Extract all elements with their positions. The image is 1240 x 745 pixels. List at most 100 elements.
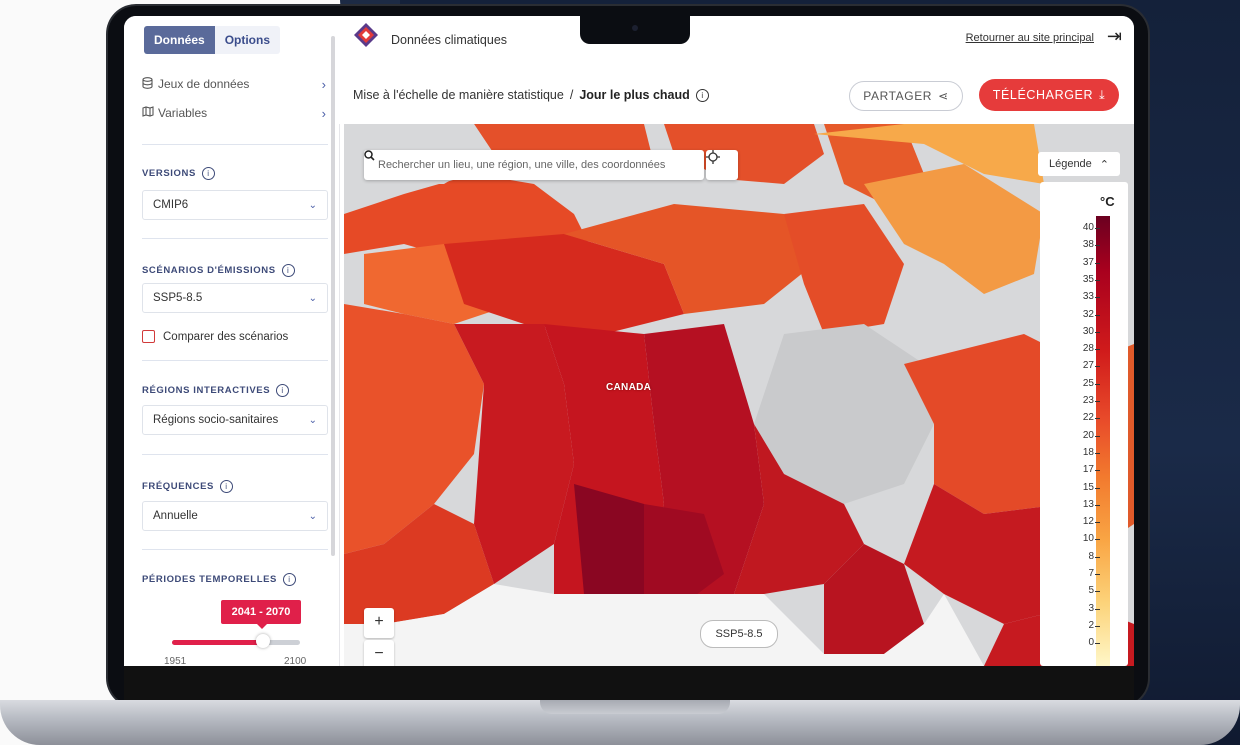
legend-tick: 37 xyxy=(1064,257,1100,268)
info-icon[interactable]: i xyxy=(283,573,296,586)
info-icon[interactable]: i xyxy=(201,167,215,180)
period-slider-thumb[interactable] xyxy=(256,634,270,648)
screen: Données Options Jeux de données › Variab… xyxy=(124,16,1134,666)
legend-tick: 20 xyxy=(1064,430,1100,441)
info-icon[interactable]: i xyxy=(695,88,709,102)
sidebar-item-variables[interactable]: Variables › xyxy=(142,102,326,124)
versions-title: VERSIONS i xyxy=(142,167,215,180)
compare-label: Comparer des scénarios xyxy=(163,330,289,343)
frequencies-select[interactable]: Annuelle ⌄ xyxy=(142,501,328,531)
chevron-down-icon: ⌄ xyxy=(308,414,317,426)
breadcrumb-separator: / xyxy=(569,88,574,102)
map-canvas[interactable]: CANADA Rechercher un lieu, une région, u… xyxy=(344,124,1134,666)
country-label: CANADA xyxy=(606,382,652,393)
info-icon[interactable]: i xyxy=(281,264,295,277)
breadcrumb-parent[interactable]: Mise à l'échelle de manière statistique xyxy=(353,88,564,102)
laptop-notch xyxy=(580,14,690,44)
period-slider-fill xyxy=(172,640,266,645)
legend-tick: 12 xyxy=(1064,516,1100,527)
laptop-base-lip xyxy=(540,700,730,714)
legend-tick: 40 xyxy=(1064,222,1100,233)
download-button[interactable]: TÉLÉCHARGER ⤓ xyxy=(979,79,1119,111)
legend-tick: 2 xyxy=(1064,620,1100,631)
zoom-in-button[interactable]: + xyxy=(364,608,394,638)
locate-button[interactable] xyxy=(706,150,738,180)
database-icon xyxy=(142,76,158,92)
breadcrumb-current: Jour le plus chaud xyxy=(579,88,690,102)
scenarios-title: SCÉNARIOS D'ÉMISSIONS i xyxy=(142,264,295,277)
tab-options[interactable]: Options xyxy=(214,26,281,54)
return-link[interactable]: Retourner au site principal xyxy=(966,32,1094,44)
zoom-out-button[interactable]: − xyxy=(364,640,394,666)
regions-select[interactable]: Régions socio-sanitaires ⌄ xyxy=(142,405,328,435)
location-search[interactable]: Rechercher un lieu, une région, une vill… xyxy=(364,150,704,180)
legend-tick: 23 xyxy=(1064,395,1100,406)
choropleth-map xyxy=(344,124,1134,666)
legend-tick: 0 xyxy=(1064,637,1100,648)
download-label: TÉLÉCHARGER xyxy=(992,88,1094,102)
period-max-label: 2100 xyxy=(284,656,307,666)
chevron-down-icon: ⌄ xyxy=(308,199,317,211)
chevron-right-icon: › xyxy=(321,105,326,121)
chevron-down-icon: ⌄ xyxy=(308,510,317,522)
app-title: Données climatiques xyxy=(391,33,508,47)
sidebar-item-datasets[interactable]: Jeux de données › xyxy=(142,73,326,95)
legend-toggle-label: Légende xyxy=(1048,158,1092,170)
divider xyxy=(142,144,328,145)
legend-tick: 28 xyxy=(1064,343,1100,354)
chevron-down-icon: ⌄ xyxy=(308,292,317,304)
divider xyxy=(142,238,328,239)
legend-tick: 38 xyxy=(1064,239,1100,250)
tab-donnees[interactable]: Données xyxy=(144,26,215,54)
legend-tick: 3 xyxy=(1064,603,1100,614)
legend-tick: 10 xyxy=(1064,533,1100,544)
sidebar-scrollbar[interactable] xyxy=(331,36,335,556)
map-icon xyxy=(142,106,158,120)
chevron-up-icon: ⌃ xyxy=(1099,158,1110,171)
scenario-badge: SSP5-8.5 xyxy=(700,620,778,648)
legend-unit: °C xyxy=(1100,194,1115,209)
regions-title: RÉGIONS INTERACTIVES i xyxy=(142,384,290,397)
sidebar-item-label: Variables xyxy=(158,106,208,120)
legend-tick: 25 xyxy=(1064,378,1100,389)
header: Données climatiques Retourner au site pr… xyxy=(339,16,1134,124)
share-icon: ⋖ xyxy=(938,89,949,103)
chevron-right-icon: › xyxy=(321,76,326,92)
legend-panel: °C 40 38 37 35 33 32 30 28 27 25 23 22 20 18 17 15 13 12 1… xyxy=(1040,182,1128,666)
camera xyxy=(632,25,638,31)
info-icon[interactable]: i xyxy=(276,384,290,397)
legend-toggle-button[interactable]: Légende ⌃ xyxy=(1038,152,1120,176)
legend-tick: 35 xyxy=(1064,274,1100,285)
sidebar: Données Options Jeux de données › Variab… xyxy=(124,16,340,666)
sidebar-tabs: Données Options xyxy=(144,26,281,54)
period-value-badge: 2041 - 2070 xyxy=(221,600,301,629)
period-min-label: 1951 xyxy=(164,656,187,666)
legend-tick: 32 xyxy=(1064,309,1100,320)
exit-icon[interactable]: ⇥ xyxy=(1107,26,1122,47)
compare-scenarios-row[interactable]: Comparer des scénarios xyxy=(142,330,288,343)
legend-tick: 22 xyxy=(1064,412,1100,423)
breadcrumb: Mise à l'échelle de manière statistique … xyxy=(353,88,709,102)
periods-title: PÉRIODES TEMPORELLES i xyxy=(142,573,296,586)
legend-tick: 13 xyxy=(1064,499,1100,510)
app-logo[interactable] xyxy=(353,22,379,48)
laptop-bezel xyxy=(124,666,1134,700)
info-icon[interactable]: i xyxy=(219,480,233,493)
crosshair-icon xyxy=(706,150,720,164)
compare-checkbox[interactable] xyxy=(142,330,155,343)
scenario-select[interactable]: SSP5-8.5 ⌄ xyxy=(142,283,328,313)
search-input[interactable]: Rechercher un lieu, une région, une vill… xyxy=(378,159,665,171)
divider xyxy=(142,360,328,361)
sidebar-item-label: Jeux de données xyxy=(158,77,250,91)
legend-tick: 8 xyxy=(1064,551,1100,562)
legend-tick: 15 xyxy=(1064,482,1100,493)
legend-color-bar xyxy=(1096,216,1110,666)
share-button[interactable]: PARTAGER ⋖ xyxy=(849,81,963,111)
legend-tick: 17 xyxy=(1064,464,1100,475)
divider xyxy=(142,454,328,455)
versions-select[interactable]: CMIP6 ⌄ xyxy=(142,190,328,220)
legend-tick: 30 xyxy=(1064,326,1100,337)
legend-tick: 27 xyxy=(1064,360,1100,371)
legend-tick: 33 xyxy=(1064,291,1100,302)
legend-tick: 7 xyxy=(1064,568,1100,579)
